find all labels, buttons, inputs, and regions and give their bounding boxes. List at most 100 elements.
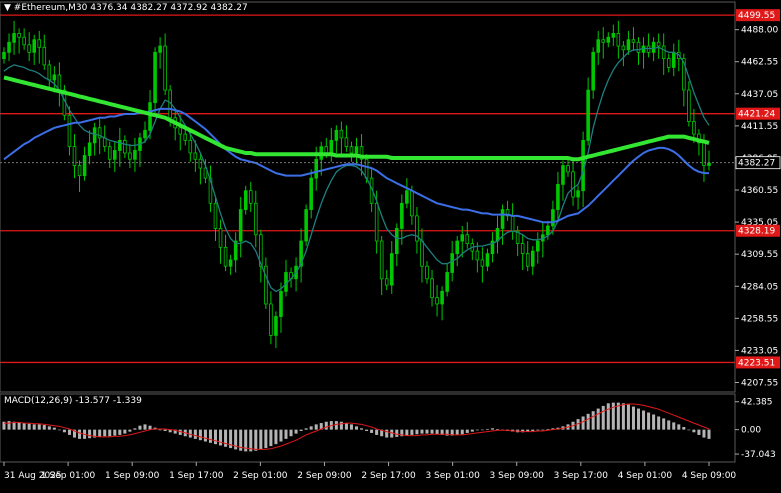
macd-bar (22, 423, 26, 430)
macd-bar (344, 423, 348, 430)
candle-body (601, 39, 606, 43)
candle-body (77, 165, 82, 177)
y-tick-label: 4207.55 (741, 379, 778, 389)
candle-body (334, 129, 339, 141)
y-tick-label: 4258.55 (741, 314, 778, 324)
candle-body (616, 33, 621, 47)
candle-body (198, 158, 203, 169)
candle-body (57, 74, 62, 91)
candle-body (561, 165, 565, 185)
candle-body (188, 139, 193, 154)
macd-bar (128, 429, 132, 432)
macd-bar (606, 403, 610, 430)
x-tick-label: 2 Sep 01:00 (233, 471, 288, 481)
y-tick-label: 4284.05 (741, 282, 778, 292)
y-tick-label: 4309.55 (741, 250, 778, 260)
macd-bar (702, 429, 706, 438)
candle-body (480, 259, 485, 267)
candle-body (626, 39, 631, 51)
macd-bar (405, 429, 409, 436)
candle-body (309, 177, 313, 210)
macd-bar (490, 428, 494, 430)
macd-bar (289, 429, 293, 437)
macd-bar (697, 429, 701, 435)
candle-body (82, 155, 87, 177)
candle-body (143, 129, 147, 139)
candle-body (12, 33, 16, 43)
macd-bar (138, 425, 142, 430)
candle-body (379, 240, 384, 280)
candle-body (163, 45, 167, 91)
macd-bar (123, 429, 127, 434)
candle-body (384, 278, 389, 286)
candle-body (148, 102, 152, 131)
candle-body (546, 225, 550, 236)
candle-body (118, 139, 122, 151)
macd-bar (133, 428, 137, 430)
macd-bar (370, 429, 374, 433)
macd-bar (259, 429, 263, 450)
macd-bar (143, 424, 147, 430)
macd-bar (360, 428, 364, 430)
candle-body (47, 64, 52, 81)
candle-body (687, 89, 691, 122)
candle-body (465, 234, 470, 244)
x-tick-label: 4 Sep 09:00 (682, 471, 737, 481)
macd-bar (198, 429, 202, 441)
candle-body (440, 290, 444, 305)
chart-canvas[interactable]: 4488.004462.554437.054411.554386.054360.… (0, 0, 781, 489)
macd-bar (647, 412, 651, 430)
candle-body (651, 41, 656, 53)
candle-body (530, 250, 535, 267)
macd-bar (309, 426, 313, 430)
macd-panel (2, 402, 711, 452)
candle-body (248, 190, 253, 204)
macd-bar (47, 426, 51, 430)
candle-body (113, 150, 117, 160)
macd-bar (642, 410, 646, 430)
symbol-label: #Ethereum,M30 (13, 3, 88, 13)
candle-body (445, 272, 449, 292)
candle-body (500, 209, 505, 229)
level-label: 4328.19 (738, 227, 775, 237)
candle-body (329, 139, 334, 154)
candle-body (571, 171, 575, 198)
macd-bar (158, 429, 162, 431)
candle-body (133, 150, 137, 160)
macd-bar (672, 422, 676, 430)
candle-body (636, 41, 641, 53)
level-label: 4499.55 (738, 11, 775, 21)
macd-bar (652, 414, 656, 430)
dropdown-arrow-icon[interactable]: ▼ (4, 3, 11, 13)
candle-body (193, 152, 198, 160)
candle-body (52, 74, 57, 81)
macd-bar (27, 423, 31, 430)
candle-body (460, 234, 465, 242)
y-tick-label: 4233.05 (741, 346, 778, 356)
macd-bar (98, 429, 102, 437)
candle-body (37, 39, 42, 48)
macd-bar (334, 421, 338, 430)
candle-body (596, 39, 600, 53)
macd-bar (621, 403, 625, 430)
candle-body (671, 51, 676, 68)
macd-bar (113, 429, 117, 436)
macd-bar (435, 429, 439, 435)
y-tick-label: 4462.55 (741, 58, 778, 68)
candle-body (87, 142, 92, 156)
candle-body (178, 127, 183, 135)
candle-body (400, 202, 404, 229)
macd-bar (631, 406, 635, 430)
macd-bar (62, 429, 66, 433)
macd-tick-label: 42.385 (741, 398, 773, 408)
macd-bar (57, 429, 61, 431)
chart-header: ▼ #Ethereum,M30 4376.34 4382.27 4372.92 … (4, 3, 248, 13)
candle-body (269, 303, 273, 336)
macd-bar (546, 428, 550, 430)
candle-body (485, 253, 490, 267)
candle-body (339, 129, 344, 139)
candle-body (410, 190, 414, 217)
macd-bar (354, 426, 359, 430)
x-tick-label: 2 Sep 17:00 (361, 471, 416, 481)
x-tick-label: 3 Sep 17:00 (554, 471, 609, 481)
